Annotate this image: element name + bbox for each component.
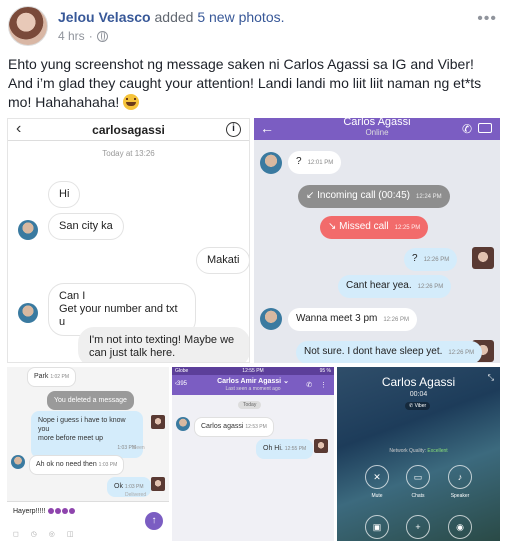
photo-instagram-chat[interactable]: ‹ carlosagassi i Today at 13:26 Hi San c…: [7, 118, 250, 363]
photo-viber-call[interactable]: ⤡ Carlos Agassi 00:04 ✆ Viber Network Qu…: [337, 367, 500, 541]
viber-missed-call: ↘ Missed call 12:25 PM: [320, 216, 429, 239]
ig-message: Hi: [48, 181, 81, 208]
avatar: [18, 303, 38, 323]
author-name-link[interactable]: Jelou Velasco: [58, 9, 151, 25]
ig-message: Makati: [196, 247, 249, 274]
avatar: [151, 415, 165, 429]
phone-icon: ✆: [461, 122, 472, 136]
small-message: Carlos agassi 12:53 PM: [194, 417, 274, 437]
call-contact-name: Carlos Agassi: [381, 375, 456, 389]
avatar: [260, 308, 282, 330]
author-action: added: [154, 9, 194, 25]
post-text-body: Ehto yung screenshot ng message saken ni…: [8, 56, 482, 110]
viber-message: Wanna meet 3 pm 12:26 PM: [288, 308, 418, 331]
video-icon: ▣: [365, 515, 389, 539]
viber-call-event: ↙ Incoming call (00:45) 12:24 PM: [298, 185, 450, 208]
avatar: [314, 439, 328, 453]
ig-line: I'm not into texting! Maybe we: [89, 334, 235, 346]
info-icon: i: [226, 122, 241, 137]
ios-status-bar: Globe 12:55 PM 95 %: [172, 367, 334, 375]
photo-instagram-chat-2[interactable]: Park 1:02 PM You deleted a message Nope …: [7, 367, 169, 541]
ig-date: Today at 13:26: [102, 149, 155, 158]
more-options-button[interactable]: •••: [477, 10, 497, 28]
mute-label: Mute: [371, 493, 383, 499]
network-quality: Network Quality: Excellent: [389, 448, 448, 454]
ig-line: Can I: [59, 290, 86, 302]
add-icon: +: [406, 515, 430, 539]
author-avatar[interactable]: [8, 6, 48, 46]
header-icons: ✆ ⋮: [306, 382, 330, 389]
small-message: Ah ok no need then 1:03 PM: [29, 455, 125, 475]
small-message: Oh Hi. 12:55 PM: [256, 439, 314, 459]
viber-header: ← Carlos Agassi Online ✆: [254, 118, 500, 140]
viber-message: ? 12:01 PM: [288, 151, 342, 174]
deleted-message-notice: You deleted a message: [47, 391, 134, 410]
avatar: [151, 477, 165, 491]
laughing-emoji-icon: [123, 94, 140, 110]
ig-username: carlosagassi: [92, 123, 165, 137]
date-divider: Today: [238, 401, 262, 409]
post-header: Jelou Velasco added 5 new photos. 4 hrs …: [8, 6, 499, 46]
delivered-label: Delivered: [125, 492, 147, 498]
photo-viber-chat[interactable]: ← Carlos Agassi Online ✆ ? 12:01 PM ↙ Inc…: [254, 118, 500, 363]
speaker-label: Speaker: [450, 493, 470, 499]
small-message: Park 1:02 PM: [27, 367, 76, 387]
avatar: [176, 417, 190, 431]
message-input[interactable]: Hayerp!!!!!: [13, 508, 76, 515]
chats-label: Chats: [411, 493, 425, 499]
devil-emoji-icon: [55, 508, 62, 514]
meta-separator: ·: [88, 29, 93, 43]
ig-header: ‹ carlosagassi i: [8, 119, 249, 141]
devil-emoji-icon: [69, 508, 76, 514]
seen-label: Seen: [133, 445, 145, 451]
viber-badge: ✆ Viber: [405, 402, 431, 410]
post-timestamp[interactable]: 4 hrs: [58, 29, 85, 43]
message-composer[interactable]: Hayerp!!!!! ◻ ◷ ◎ ◫ ↑: [7, 501, 169, 541]
mute-icon: ✕: [365, 465, 389, 489]
call-duration: 00:04: [409, 391, 428, 398]
composer-icons: ◻ ◷ ◎ ◫: [13, 531, 79, 538]
photo-count-link[interactable]: 5 new photos.: [197, 9, 284, 25]
viber-message: Cant hear yea. 12:26 PM: [338, 275, 452, 298]
author-line: Jelou Velasco added 5 new photos.: [58, 9, 285, 25]
devil-emoji-icon: [62, 508, 69, 514]
contact-icon: ◉: [448, 515, 472, 539]
chat-icon: ▭: [406, 465, 430, 489]
devil-emoji-icon: [48, 508, 55, 514]
viber-header: ‹395 Carlos Amir Agassi ⌄ Last seen a mo…: [172, 375, 334, 395]
ig-message: San city ka: [48, 213, 124, 240]
photo-viber-chat-2[interactable]: Globe 12:55 PM 95 % ‹395 Carlos Amir Aga…: [172, 367, 334, 541]
globe-icon[interactable]: [96, 30, 108, 42]
avatar: [18, 220, 38, 240]
avatar: [472, 247, 494, 269]
speaker-icon: ♪: [448, 465, 472, 489]
viber-message: ? 12:26 PM: [404, 248, 458, 271]
ig-message-multiline: I'm not into texting! Maybe we can just …: [78, 327, 249, 362]
post-meta: 4 hrs ·: [58, 29, 108, 43]
avatar: [11, 455, 25, 469]
small-message: Nope i guess i have to know you more befo…: [31, 411, 143, 458]
ig-line: can just talk here.: [89, 347, 176, 359]
video-icon: [478, 123, 492, 133]
send-button[interactable]: ↑: [145, 512, 163, 530]
post-text: Ehto yung screenshot ng message saken ni…: [8, 55, 500, 112]
viber-message: Not sure. I dont have sleep yet. 12:26 PM: [296, 341, 483, 363]
ig-line: Get your number and txt u: [59, 303, 178, 328]
avatar: [260, 152, 282, 174]
